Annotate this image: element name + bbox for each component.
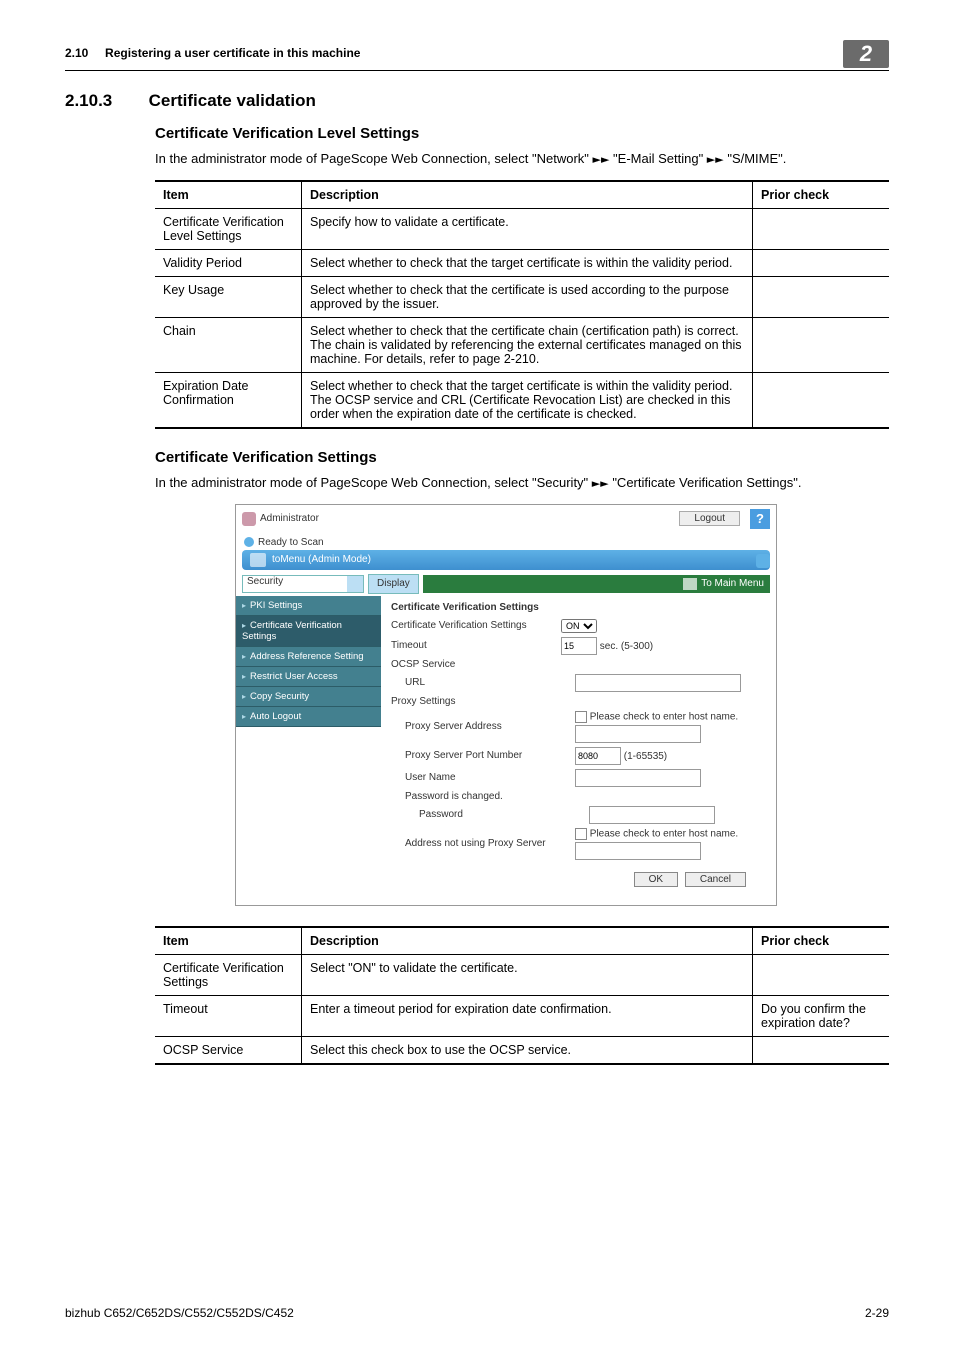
anot-input[interactable] — [575, 842, 701, 860]
header-section-num: 2.10 — [65, 46, 88, 60]
admin-label: Administrator — [260, 513, 675, 524]
shot-topbar: Administrator Logout ? — [236, 505, 776, 533]
pport-unit: (1-65535) — [624, 751, 667, 762]
lbl-pchg: Password is changed. — [405, 791, 503, 802]
th-desc: Description — [302, 181, 753, 209]
th-item: Item — [155, 181, 302, 209]
sidebar-item-auto-logout[interactable]: Auto Logout — [236, 707, 381, 727]
table-cvls: Item Description Prior check Certificate… — [155, 180, 889, 429]
lbl-anot: Address not using Proxy Server — [405, 838, 565, 849]
panel-title: Certificate Verification Settings — [391, 602, 766, 613]
table-header-row: Item Description Prior check — [155, 927, 889, 955]
help-icon[interactable]: ? — [750, 509, 770, 529]
arrow-icon: ►► — [707, 153, 724, 166]
table-cvs: Item Description Prior check Certificate… — [155, 926, 889, 1065]
lbl-psa: Proxy Server Address — [405, 721, 565, 732]
shot-ready: Ready to Scan — [244, 537, 768, 548]
sidebar-item-copy-security[interactable]: Copy Security — [236, 687, 381, 707]
anot-checkbox[interactable] — [575, 828, 587, 840]
ok-button[interactable]: OK — [634, 872, 678, 887]
table-row: TimeoutEnter a timeout period for expira… — [155, 995, 889, 1036]
anot-note: Please check to enter host name. — [590, 828, 738, 839]
table-row: Certificate Verification SettingsSelect … — [155, 954, 889, 995]
shot-row2: Security Display To Main Menu — [236, 572, 776, 596]
footer-page: 2-29 — [865, 1306, 889, 1320]
arrow-icon: ►► — [592, 477, 609, 490]
sidebar-item-restrict-user[interactable]: Restrict User Access — [236, 667, 381, 687]
to-main-menu[interactable]: To Main Menu — [423, 575, 770, 593]
ready-label: Ready to Scan — [258, 537, 324, 548]
shot-banner: toMenu (Admin Mode) — [242, 550, 770, 570]
screenshot: Administrator Logout ? Ready to Scan toM… — [235, 504, 777, 906]
lbl-cvs: Certificate Verification Settings — [391, 620, 551, 631]
chapter-badge: 2 — [843, 40, 889, 68]
pwd-input[interactable] — [589, 806, 715, 824]
banner-icon — [250, 553, 266, 567]
admin-icon — [242, 512, 256, 526]
display-button[interactable]: Display — [368, 574, 419, 594]
th-prior: Prior check — [753, 181, 890, 209]
refresh-icon[interactable] — [756, 554, 770, 568]
table-row: Key UsageSelect whether to check that th… — [155, 276, 889, 317]
header-title: Registering a user certificate in this m… — [105, 46, 360, 60]
cancel-button[interactable]: Cancel — [685, 872, 746, 887]
lbl-timeout: Timeout — [391, 640, 551, 651]
sidebar-item-cert-verify[interactable]: Certificate Verification Settings — [236, 616, 381, 647]
lbl-pport: Proxy Server Port Number — [405, 750, 565, 761]
pport-input[interactable] — [575, 747, 621, 765]
lbl-url: URL — [405, 677, 565, 688]
sidebar-item-address-ref[interactable]: Address Reference Setting — [236, 647, 381, 667]
status-dot-icon — [244, 537, 254, 547]
page-header: 2.10 Registering a user certificate in t… — [65, 40, 889, 71]
subhead-cvs: Certificate Verification Settings — [155, 449, 889, 466]
intro-1: In the administrator mode of PageScope W… — [155, 150, 889, 168]
page-footer: bizhub C652/C652DS/C552/C552DS/C452 2-29 — [65, 1306, 889, 1320]
table-header-row: Item Description Prior check — [155, 181, 889, 209]
table-row: ChainSelect whether to check that the ce… — [155, 317, 889, 372]
logout-button[interactable]: Logout — [679, 511, 740, 526]
section-number: 2.10.3 — [65, 91, 145, 111]
uname-input[interactable] — [575, 769, 701, 787]
table-row: Validity PeriodSelect whether to check t… — [155, 249, 889, 276]
sidebar-item-pki[interactable]: PKI Settings — [236, 596, 381, 616]
arrow-icon: ►► — [593, 153, 610, 166]
th-item: Item — [155, 927, 302, 955]
table-row: Expiration Date ConfirmationSelect wheth… — [155, 372, 889, 428]
th-desc: Description — [302, 927, 753, 955]
subhead-cvls: Certificate Verification Level Settings — [155, 125, 889, 142]
psa-note: Please check to enter host name. — [590, 711, 738, 722]
banner-text: toMenu (Admin Mode) — [272, 554, 371, 565]
table-row: OCSP ServiceSelect this check box to use… — [155, 1036, 889, 1064]
timeout-unit: sec. (5-300) — [600, 641, 653, 652]
timeout-input[interactable] — [561, 637, 597, 655]
tomain-icon — [683, 578, 697, 590]
section-title: Certificate validation — [149, 91, 316, 110]
section-heading: 2.10.3 Certificate validation — [65, 91, 889, 111]
footer-model: bizhub C652/C652DS/C552/C552DS/C452 — [65, 1306, 294, 1320]
psa-input[interactable] — [575, 725, 701, 743]
lbl-pwd: Password — [405, 809, 579, 820]
header-text: 2.10 Registering a user certificate in t… — [65, 40, 843, 68]
shot-sidebar: PKI Settings Certificate Verification Se… — [236, 596, 381, 905]
shot-content: Certificate Verification Settings Certif… — [381, 596, 776, 905]
th-prior: Prior check — [753, 927, 890, 955]
url-input[interactable] — [575, 674, 741, 692]
lbl-uname: User Name — [405, 772, 565, 783]
intro-2: In the administrator mode of PageScope W… — [155, 474, 889, 492]
lbl-ocsp: OCSP Service — [391, 659, 455, 670]
cvs-select[interactable]: ON — [561, 619, 597, 633]
security-select[interactable]: Security — [242, 575, 364, 593]
lbl-proxy: Proxy Settings — [391, 696, 551, 707]
table-row: Certificate Verification Level SettingsS… — [155, 208, 889, 249]
psa-checkbox[interactable] — [575, 711, 587, 723]
